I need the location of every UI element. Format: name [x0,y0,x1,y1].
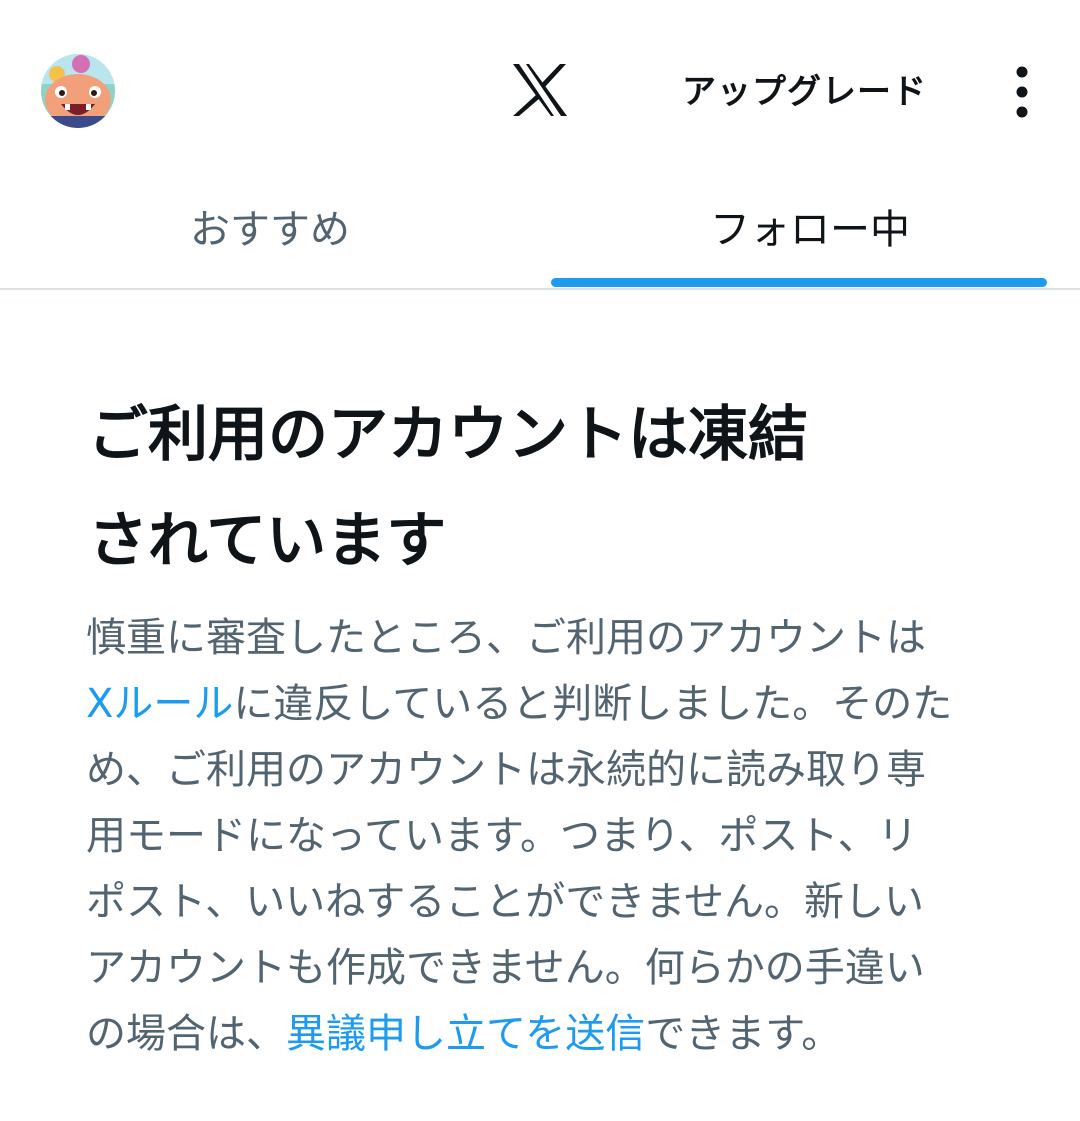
tab-following[interactable]: フォロー中 [540,180,1080,288]
message-line-2: に違反していると判断しました。そのた [233,681,953,727]
suspension-heading: ご利用のアカウントは凍結 されています [88,382,988,594]
cartoon-avatar-icon [41,54,115,128]
tab-recommended[interactable]: おすすめ [0,180,540,288]
selected-tab-indicator [551,278,1047,287]
heading-line-1: ご利用のアカウントは凍結 [88,400,808,470]
x-rules-link[interactable]: Xルール [86,681,233,727]
x-logo-button[interactable] [511,63,569,117]
top-app-bar: アップグレード [0,0,1080,180]
upgrade-button[interactable]: アップグレード [682,68,927,116]
message-line-6: アカウントも作成できません。何らかの手違い [86,945,925,991]
profile-avatar[interactable] [41,54,115,128]
message-line-4: 用モードになっています。つまり、ポスト、リ [86,813,918,859]
timeline-tabs: おすすめ フォロー中 [0,180,1080,290]
more-options-button[interactable] [1004,64,1040,120]
x-logo-icon [513,64,567,116]
suspension-message: 慎重に審査したところ、ご利用のアカウントは Xルールに違反していると判断しました… [86,605,1006,1067]
more-vertical-icon [1016,66,1028,118]
message-line-5: ポスト、いいねすることができません。新しい [86,879,924,925]
heading-line-2: されています [88,506,447,576]
message-line-7-end: できます。 [645,1011,842,1057]
message-line-1: 慎重に審査したところ、ご利用のアカウントは [86,615,926,661]
submit-appeal-link[interactable]: 異議申し立てを送信 [286,1011,645,1057]
message-line-3: め、ご利用のアカウントは永続的に読み取り専 [86,747,926,793]
message-line-7-start: の場合は、 [86,1011,286,1057]
